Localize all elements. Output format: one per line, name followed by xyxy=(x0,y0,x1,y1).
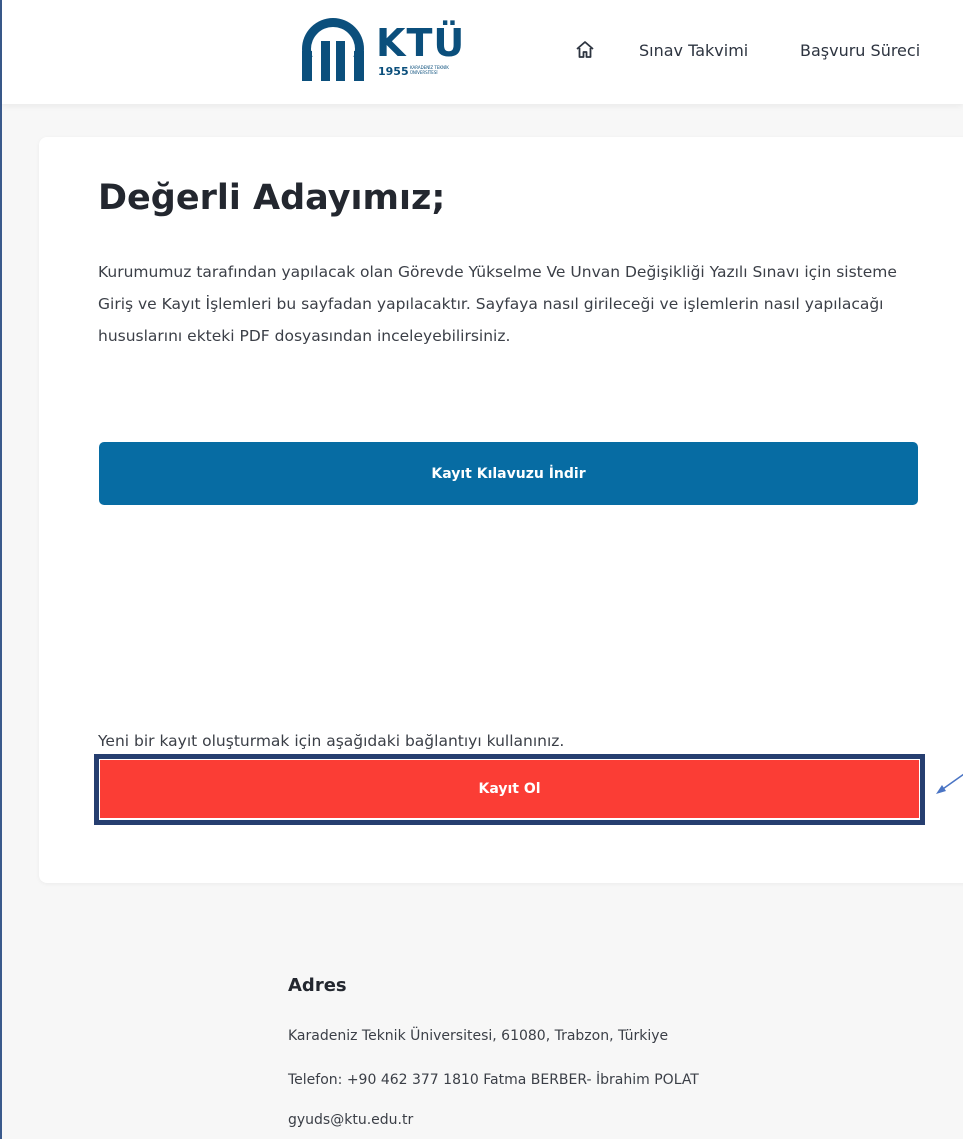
nav-home-link[interactable] xyxy=(575,40,597,68)
site-header: KTÜ 1955 KARADENİZ TEKNİK ÜNİVERSİTESİ S… xyxy=(2,0,963,104)
logo-name: KTÜ xyxy=(376,21,466,65)
new-record-text: Yeni bir kayıt oluşturmak için aşağıdaki… xyxy=(98,732,565,750)
download-guide-label: Kayıt Kılavuzu İndir xyxy=(431,465,586,482)
ktu-logo[interactable]: KTÜ 1955 KARADENİZ TEKNİK ÜNİVERSİTESİ xyxy=(298,17,478,81)
footer-email[interactable]: gyuds@ktu.edu.tr xyxy=(288,1112,413,1128)
register-button[interactable]: Kayıt Ol xyxy=(100,760,919,818)
ktu-emblem-icon xyxy=(298,18,368,81)
register-button-label: Kayıt Ol xyxy=(478,781,541,797)
nav-item-application-process[interactable]: Başvuru Süreci xyxy=(800,41,920,60)
footer-address: Karadeniz Teknik Üniversitesi, 61080, Tr… xyxy=(288,1028,669,1044)
intro-paragraph: Kurumumuz tarafından yapılacak olan Göre… xyxy=(98,263,897,345)
footer-heading: Adres xyxy=(288,975,347,996)
arrow-pointer-icon xyxy=(936,773,963,794)
page-title: Değerli Adayımız; xyxy=(98,178,446,218)
nav-item-exam-calendar[interactable]: Sınav Takvimi xyxy=(639,41,748,60)
download-guide-button[interactable]: Kayıt Kılavuzu İndir xyxy=(99,442,918,505)
home-icon xyxy=(576,41,594,58)
footer-phone: Telefon: +90 462 377 1810 Fatma BERBER- … xyxy=(288,1072,699,1088)
logo-year: 1955 xyxy=(378,65,409,78)
logo-subtitle: KARADENİZ TEKNİK ÜNİVERSİTESİ xyxy=(410,65,449,75)
